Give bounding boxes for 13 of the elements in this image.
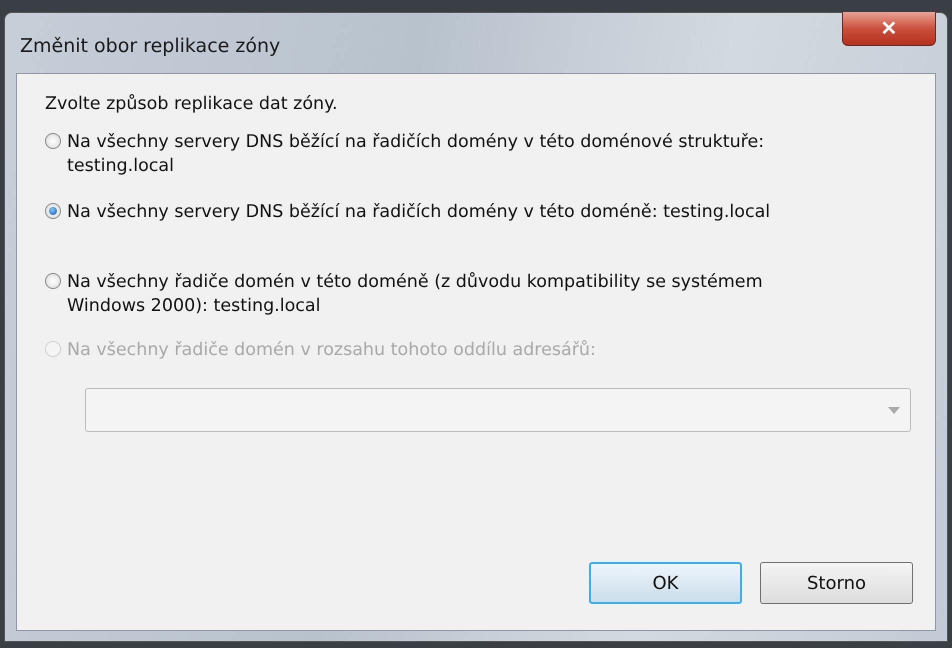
window-title: Změnit obor replikace zóny	[19, 34, 280, 57]
close-button[interactable]: ✕	[842, 12, 936, 46]
option-label: Na všechny servery DNS běžící na řadičích domény v této doméně: testing.local	[67, 201, 772, 224]
radio-button[interactable]	[45, 203, 61, 219]
dialog-button[interactable]: OK	[589, 562, 742, 604]
caret-icon	[888, 406, 900, 414]
prompt-text: Zvolte způsob replikace dat zóny.	[45, 94, 339, 114]
radio-button[interactable]	[45, 133, 61, 149]
option-label: Na všechny řadiče domén v rozsahu tohoto oddílu adresářů:	[67, 339, 597, 362]
option-label: Na všechny řadiče domén v této doméně (z důvodu kompatibility se systémem Windows 2000): testing.local	[67, 271, 764, 318]
dialog-button[interactable]: Storno	[760, 562, 913, 604]
radio-button[interactable]	[45, 273, 61, 289]
option-label: Na všechny servery DNS běžící na řadičích domény v této doménové struktuře: testing.local	[67, 131, 766, 178]
